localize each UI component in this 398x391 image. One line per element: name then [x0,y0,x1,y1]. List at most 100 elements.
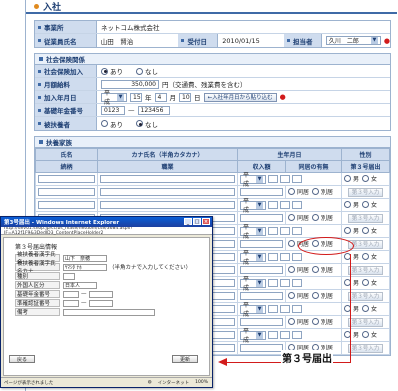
cohabit-no-radio[interactable]: 別居 [312,265,333,274]
update-button[interactable]: 更新 [172,355,198,363]
dependent-year-input[interactable] [268,279,278,287]
insurance-join-yes-radio[interactable]: あり [101,66,123,76]
report-input-button[interactable]: 第３号入力 [347,317,384,327]
dependent-month-input[interactable] [280,227,290,235]
dependent-era-select[interactable]: 平成 ▼ [240,172,266,188]
cohabit-no-radio[interactable]: 別居 [312,213,333,222]
dependent-kana-input[interactable] [100,201,235,209]
cohabit-yes-radio[interactable]: 同居 [288,213,309,222]
male-radio[interactable]: 男 [344,278,359,287]
birth-cell: 平成 ▼ [237,276,342,292]
male-radio[interactable]: 男 [344,330,359,339]
report-input-button[interactable]: 第３号入力 [347,187,384,197]
report-input-button[interactable]: 第３号入力 [347,343,384,353]
dependent-year-input[interactable] [268,331,278,339]
dependent-month-input[interactable] [280,253,290,261]
dependent-month-input[interactable] [280,305,290,313]
popup-kana-input[interactable]: ﾔﾏｼﾀ ﾅﾎ [63,263,107,271]
popup-pension-input-b[interactable] [88,290,113,298]
cohabit-no-radio[interactable]: 別居 [312,317,333,326]
dependent-income-input[interactable] [240,318,283,326]
pension-input-a[interactable]: 0123 [101,105,125,115]
popup-gender-select[interactable] [63,272,75,280]
dependent-month-input[interactable] [280,175,290,183]
cohabit-yes-radio[interactable]: 同居 [288,317,309,326]
popup-name-input[interactable]: 山下 奈穂 [63,254,107,262]
copy-join-date-button[interactable]: ←入社年月日から貼り込む [203,92,277,102]
male-radio[interactable]: 男 [344,200,359,209]
report-input-button[interactable]: 第３号入力 [347,213,384,223]
dependent-era-select[interactable]: 平成 ▼ [240,302,266,318]
year-input[interactable]: 15 [130,92,142,102]
insured-yes-radio[interactable]: あり [101,119,123,129]
insurance-join-no-radio[interactable]: なし [136,66,158,76]
dependent-day-input[interactable] [292,201,302,209]
dependent-day-input[interactable] [292,305,302,313]
dependent-day-input[interactable] [292,253,302,261]
dependent-day-input[interactable] [292,279,302,287]
popup-foreign-select[interactable]: 日本人 [63,281,97,289]
minimize-icon[interactable]: _ [184,218,192,225]
dependent-day-input[interactable] [292,227,302,235]
pension-input-b[interactable]: 123456 [137,105,170,115]
female-radio[interactable]: 女 [362,304,377,313]
male-radio[interactable]: 男 [344,174,359,183]
cohabit-yes-radio[interactable]: 同居 [288,187,309,196]
dependent-era-select[interactable]: 平成 ▼ [240,276,266,292]
dependent-relation-input[interactable] [38,188,95,196]
dependent-income-input[interactable] [240,344,283,352]
dependent-day-input[interactable] [292,175,302,183]
dependent-era-select[interactable]: 平成 ▼ [240,198,266,214]
dependent-name-input[interactable] [38,175,95,183]
dependent-year-input[interactable] [268,253,278,261]
popup-pension-input-a[interactable] [63,290,79,298]
female-radio[interactable]: 女 [362,226,377,235]
dependent-month-input[interactable] [280,331,290,339]
maximize-icon[interactable]: □ [193,218,201,225]
dependent-income-input[interactable] [240,292,283,300]
era-select[interactable]: 平成 ▼ [101,90,127,106]
female-radio[interactable]: 女 [362,174,377,183]
dependent-income-input[interactable] [240,188,283,196]
report-input-button[interactable]: 第３号入力 [347,265,384,275]
dependent-kana-input[interactable] [100,175,235,183]
male-radio[interactable]: 男 [344,226,359,235]
month-input[interactable]: 4 [154,92,167,102]
insured-no-radio[interactable]: なし [136,119,158,129]
popup-notes-input[interactable] [63,308,155,316]
dependent-year-input[interactable] [268,201,278,209]
female-radio[interactable]: 女 [362,200,377,209]
male-radio[interactable]: 男 [344,252,359,261]
dependent-month-input[interactable] [280,279,290,287]
female-radio[interactable]: 女 [362,278,377,287]
dependent-day-input[interactable] [292,331,302,339]
dependent-era-select[interactable]: 平成 ▼ [240,328,266,344]
handler-select[interactable]: 久川 二郎 ▼ [325,36,381,45]
female-radio[interactable]: 女 [362,330,377,339]
popup-cert-input-b[interactable] [88,299,113,307]
dependent-year-input[interactable] [268,175,278,183]
dependent-era-select[interactable]: 平成 ▼ [240,224,266,240]
cohabit-no-radio[interactable]: 別居 [312,187,333,196]
dependent-name-input[interactable] [38,201,95,209]
day-input[interactable]: 10 [179,92,191,102]
popup-cert-input-a[interactable] [63,299,79,307]
male-radio[interactable]: 男 [344,304,359,313]
dependent-month-input[interactable] [280,201,290,209]
cohabit-no-radio[interactable]: 別居 [312,291,333,300]
zoom-level[interactable]: 100% [195,380,208,385]
dependent-income-input[interactable] [240,214,283,222]
popup-address-bar[interactable]: http://dev01.shop.jp/cc/bs_mase/netdom/c… [1,226,212,236]
close-icon[interactable]: × [202,218,210,225]
dependent-era-select[interactable]: 平成 ▼ [240,250,266,266]
dependent-income-input[interactable] [240,266,283,274]
dependent-year-input[interactable] [268,227,278,235]
dependent-year-input[interactable] [268,305,278,313]
dependent-income-input[interactable] [240,240,283,248]
cohabit-yes-radio[interactable]: 同居 [288,291,309,300]
back-button[interactable]: 戻る [9,355,35,363]
cohabit-yes-radio[interactable]: 同居 [288,265,309,274]
dependent-occupation-input[interactable] [100,188,235,196]
report-input-button[interactable]: 第３号入力 [347,291,384,301]
female-radio[interactable]: 女 [362,252,377,261]
